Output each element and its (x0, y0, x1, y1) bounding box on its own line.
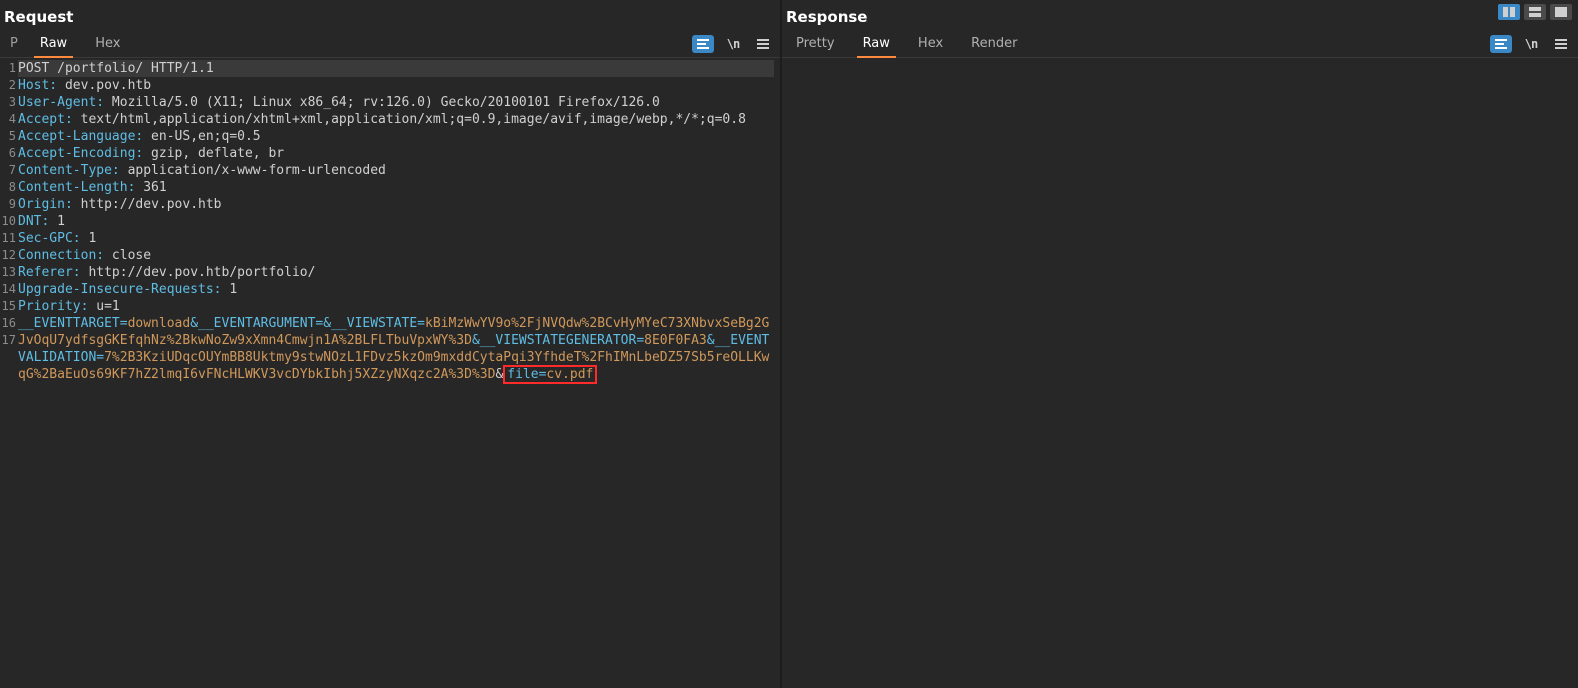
code-line[interactable]: Priority: u=1 (18, 298, 774, 315)
code-line[interactable]: DNT: 1 (18, 213, 774, 230)
code-line[interactable]: Accept-Language: en-US,en;q=0.5 (18, 128, 774, 145)
show-newlines-icon[interactable]: \n (722, 35, 744, 53)
response-pane: Response Pretty Raw Hex Render \n (782, 0, 1578, 688)
request-code[interactable]: POST /portfolio/ HTTP/1.1Host: dev.pov.h… (18, 60, 780, 688)
code-line[interactable]: __EVENTTARGET=download&__EVENTARGUMENT=&… (18, 315, 774, 383)
request-gutter: 1 2 3 4 5 6 7 8 9 10 11 12 13 14 15 16 1… (0, 60, 18, 688)
code-line[interactable]: Content-Length: 361 (18, 179, 774, 196)
request-editor[interactable]: 1 2 3 4 5 6 7 8 9 10 11 12 13 14 15 16 1… (0, 58, 780, 688)
hamburger-icon[interactable] (752, 35, 774, 53)
tab-response-pretty[interactable]: Pretty (782, 36, 849, 57)
hamburger-icon[interactable] (1550, 35, 1572, 53)
response-editor[interactable] (782, 58, 1578, 688)
response-gutter (782, 60, 800, 688)
code-line[interactable]: User-Agent: Mozilla/5.0 (X11; Linux x86_… (18, 94, 774, 111)
layout-toggle-group (1498, 4, 1572, 20)
code-line[interactable]: Accept-Encoding: gzip, deflate, br (18, 145, 774, 162)
request-toolbar: \n (692, 35, 774, 53)
code-line[interactable]: Content-Type: application/x-www-form-url… (18, 162, 774, 179)
layout-columns-button[interactable] (1498, 4, 1520, 20)
request-tabbar: P Raw Hex \n (0, 30, 780, 58)
code-line[interactable]: Host: dev.pov.htb (18, 77, 774, 94)
tab-request-hex[interactable]: Hex (81, 36, 134, 57)
show-newlines-icon[interactable]: \n (1520, 35, 1542, 53)
code-line[interactable]: Accept: text/html,application/xhtml+xml,… (18, 111, 774, 128)
code-line[interactable]: Sec-GPC: 1 (18, 230, 774, 247)
response-code[interactable] (800, 60, 1578, 688)
tab-response-render[interactable]: Render (957, 36, 1031, 57)
code-line[interactable]: Connection: close (18, 247, 774, 264)
tab-request-raw[interactable]: Raw (26, 36, 81, 57)
layout-single-button[interactable] (1550, 4, 1572, 20)
code-line[interactable]: Upgrade-Insecure-Requests: 1 (18, 281, 774, 298)
response-title: Response (782, 0, 1578, 30)
response-toolbar: \n (1490, 35, 1572, 53)
pretty-format-icon[interactable] (692, 35, 714, 53)
response-tabbar: Pretty Raw Hex Render \n (782, 30, 1578, 58)
code-line[interactable]: POST /portfolio/ HTTP/1.1 (18, 60, 774, 77)
tab-response-raw[interactable]: Raw (849, 36, 904, 57)
tab-response-hex[interactable]: Hex (904, 36, 957, 57)
layout-rows-button[interactable] (1524, 4, 1546, 20)
request-title: Request (0, 0, 780, 30)
file-param-highlight: file=cv.pdf (503, 365, 597, 384)
request-search-hint[interactable]: P (0, 36, 26, 57)
pretty-format-icon[interactable] (1490, 35, 1512, 53)
request-pane: Request P Raw Hex \n 1 2 3 4 5 6 7 8 9 1… (0, 0, 780, 688)
code-line[interactable]: Referer: http://dev.pov.htb/portfolio/ (18, 264, 774, 281)
code-line[interactable]: Origin: http://dev.pov.htb (18, 196, 774, 213)
